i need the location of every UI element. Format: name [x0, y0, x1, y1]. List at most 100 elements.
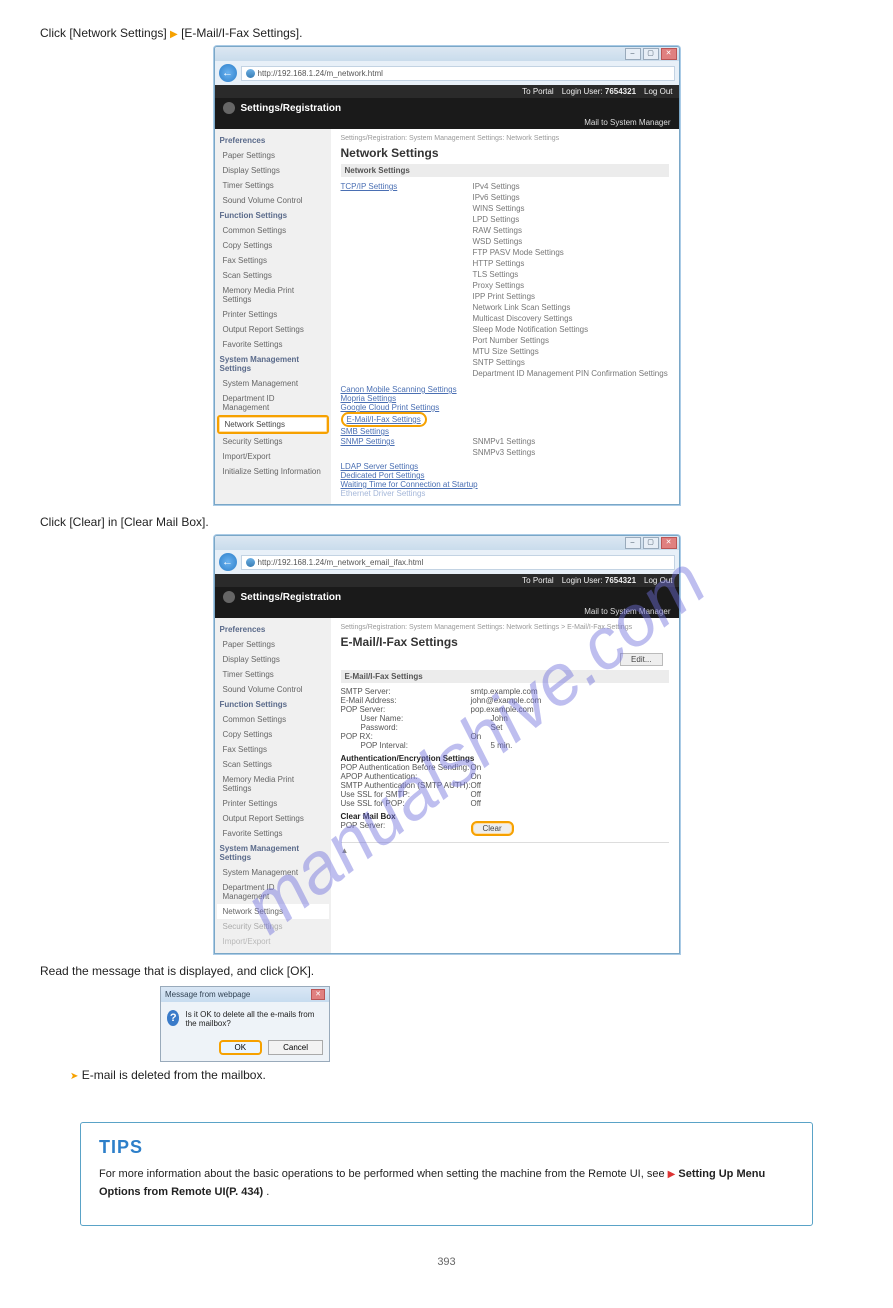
sidebar-item[interactable]: Memory Media Print Settings [217, 772, 329, 796]
tcpip-link[interactable]: TCP/IP Settings [341, 181, 459, 192]
snmp-link[interactable]: SNMP Settings [341, 436, 459, 447]
sidebar-item[interactable]: Copy Settings [217, 727, 329, 742]
minimize-icon[interactable]: – [625, 48, 641, 60]
sidebar-item[interactable]: Display Settings [217, 652, 329, 667]
to-portal-link[interactable]: To Portal [522, 576, 554, 585]
list-item[interactable]: Department ID Management PIN Confirmatio… [473, 368, 668, 379]
list-item[interactable]: WINS Settings [473, 203, 668, 214]
sidebar-item[interactable]: Department ID Management [217, 391, 329, 415]
sidebar-item[interactable]: Scan Settings [217, 757, 329, 772]
sidebar-item[interactable]: System Management [217, 865, 329, 880]
sidebar-item[interactable]: Security Settings [217, 919, 329, 934]
sidebar-item[interactable]: Fax Settings [217, 742, 329, 757]
close-icon[interactable]: ✕ [661, 48, 677, 60]
login-user: 7654321 [605, 87, 636, 96]
sidebar-item[interactable]: Sound Volume Control [217, 193, 329, 208]
sidebar-item[interactable]: Import/Export [217, 934, 329, 949]
list-item[interactable]: HTTP Settings [473, 258, 668, 269]
logout-link[interactable]: Log Out [644, 576, 672, 585]
sidebar-item[interactable]: Display Settings [217, 163, 329, 178]
cancel-button[interactable]: Cancel [268, 1040, 323, 1055]
sidebar-item-network-settings[interactable]: Network Settings [217, 904, 329, 919]
list-item[interactable]: IPv4 Settings [473, 181, 668, 192]
sidebar-item[interactable]: Paper Settings [217, 637, 329, 652]
back-icon[interactable]: ← [219, 553, 237, 571]
list-item[interactable]: SNMPv1 Settings [473, 436, 536, 447]
dialog-titlebar: Message from webpage ✕ [161, 987, 329, 1002]
link-item[interactable]: Ethernet Driver Settings [341, 489, 669, 498]
tips-heading: TIPS [99, 1137, 794, 1158]
ok-button[interactable]: OK [219, 1040, 263, 1055]
maximize-icon[interactable]: ▢ [643, 48, 659, 60]
kv-value: 5 min. [491, 741, 513, 750]
sidebar-item[interactable]: Favorite Settings [217, 826, 329, 841]
sidebar-item[interactable]: Favorite Settings [217, 337, 329, 352]
list-item[interactable]: LPD Settings [473, 214, 668, 225]
edit-button[interactable]: Edit... [620, 653, 662, 666]
list-item[interactable]: IPv6 Settings [473, 192, 668, 203]
sidebar-item[interactable]: Common Settings [217, 223, 329, 238]
kv-key: APOP Authentication: [341, 772, 471, 781]
login-label: Login User: [562, 576, 603, 585]
tips-text: For more information about the basic ope… [99, 1168, 668, 1180]
link-item[interactable]: Canon Mobile Scanning Settings [341, 385, 669, 394]
sidebar-item-network-settings[interactable]: Network Settings [217, 415, 329, 434]
sidebar-item[interactable]: Memory Media Print Settings [217, 283, 329, 307]
link-item[interactable]: SMB Settings [341, 427, 669, 436]
logout-link[interactable]: Log Out [644, 87, 672, 96]
kv-value: On [471, 772, 482, 781]
sidebar-item[interactable]: Timer Settings [217, 178, 329, 193]
list-item[interactable]: MTU Size Settings [473, 346, 668, 357]
list-item[interactable]: SNTP Settings [473, 357, 668, 368]
clear-button[interactable]: Clear [471, 821, 514, 836]
mailto-link[interactable]: Mail to System Manager [215, 118, 679, 129]
sidebar-item[interactable]: Sound Volume Control [217, 682, 329, 697]
url-field[interactable]: http://192.168.1.24/m_network_email_ifax… [241, 555, 675, 570]
sidebar-item[interactable]: Paper Settings [217, 148, 329, 163]
list-item[interactable]: Sleep Mode Notification Settings [473, 324, 668, 335]
link-item[interactable]: Dedicated Port Settings [341, 471, 669, 480]
sidebar-item[interactable]: Common Settings [217, 712, 329, 727]
step-4: Read the message that is displayed, and … [40, 964, 853, 978]
sidebar-item[interactable]: Timer Settings [217, 667, 329, 682]
url-field[interactable]: http://192.168.1.24/m_network.html [241, 66, 675, 81]
kv-key: POP Authentication Before Sending: [341, 763, 471, 772]
sidebar-item[interactable]: Printer Settings [217, 796, 329, 811]
list-item[interactable]: RAW Settings [473, 225, 668, 236]
sidebar-item[interactable]: Output Report Settings [217, 322, 329, 337]
maximize-icon[interactable]: ▢ [643, 537, 659, 549]
sidebar-item[interactable]: Department ID Management [217, 880, 329, 904]
sidebar-item[interactable]: Security Settings [217, 434, 329, 449]
sidebar-item[interactable]: Fax Settings [217, 253, 329, 268]
list-item[interactable]: Multicast Discovery Settings [473, 313, 668, 324]
sidebar-item[interactable]: Initialize Setting Information [217, 464, 329, 479]
sidebar-item[interactable]: Scan Settings [217, 268, 329, 283]
link-item[interactable]: Waiting Time for Connection at Startup [341, 480, 669, 489]
back-icon[interactable]: ← [219, 64, 237, 82]
sidebar-item[interactable]: Import/Export [217, 449, 329, 464]
close-icon[interactable]: ✕ [661, 537, 677, 549]
list-item[interactable]: Network Link Scan Settings [473, 302, 668, 313]
to-portal-link[interactable]: To Portal [522, 87, 554, 96]
mailto-link[interactable]: Mail to System Manager [215, 607, 679, 618]
link-item[interactable]: Mopria Settings [341, 394, 669, 403]
sidebar-item[interactable]: Printer Settings [217, 307, 329, 322]
kv-key: Password: [341, 723, 491, 732]
list-item[interactable]: TLS Settings [473, 269, 668, 280]
list-item[interactable]: IPP Print Settings [473, 291, 668, 302]
list-item[interactable]: FTP PASV Mode Settings [473, 247, 668, 258]
email-ifax-link[interactable]: E-Mail/I-Fax Settings [341, 412, 427, 427]
sidebar-item[interactable]: Copy Settings [217, 238, 329, 253]
list-item[interactable]: Proxy Settings [473, 280, 668, 291]
link-item[interactable]: LDAP Server Settings [341, 462, 669, 471]
kv-value: On [471, 763, 482, 772]
list-item[interactable]: SNMPv3 Settings [473, 447, 536, 458]
dialog-message: Is it OK to delete all the e-mails from … [185, 1010, 323, 1028]
sidebar-item[interactable]: Output Report Settings [217, 811, 329, 826]
sidebar-item[interactable]: System Management [217, 376, 329, 391]
close-icon[interactable]: ✕ [311, 989, 325, 1000]
list-item[interactable]: WSD Settings [473, 236, 668, 247]
link-item[interactable]: Google Cloud Print Settings [341, 403, 669, 412]
minimize-icon[interactable]: – [625, 537, 641, 549]
list-item[interactable]: Port Number Settings [473, 335, 668, 346]
